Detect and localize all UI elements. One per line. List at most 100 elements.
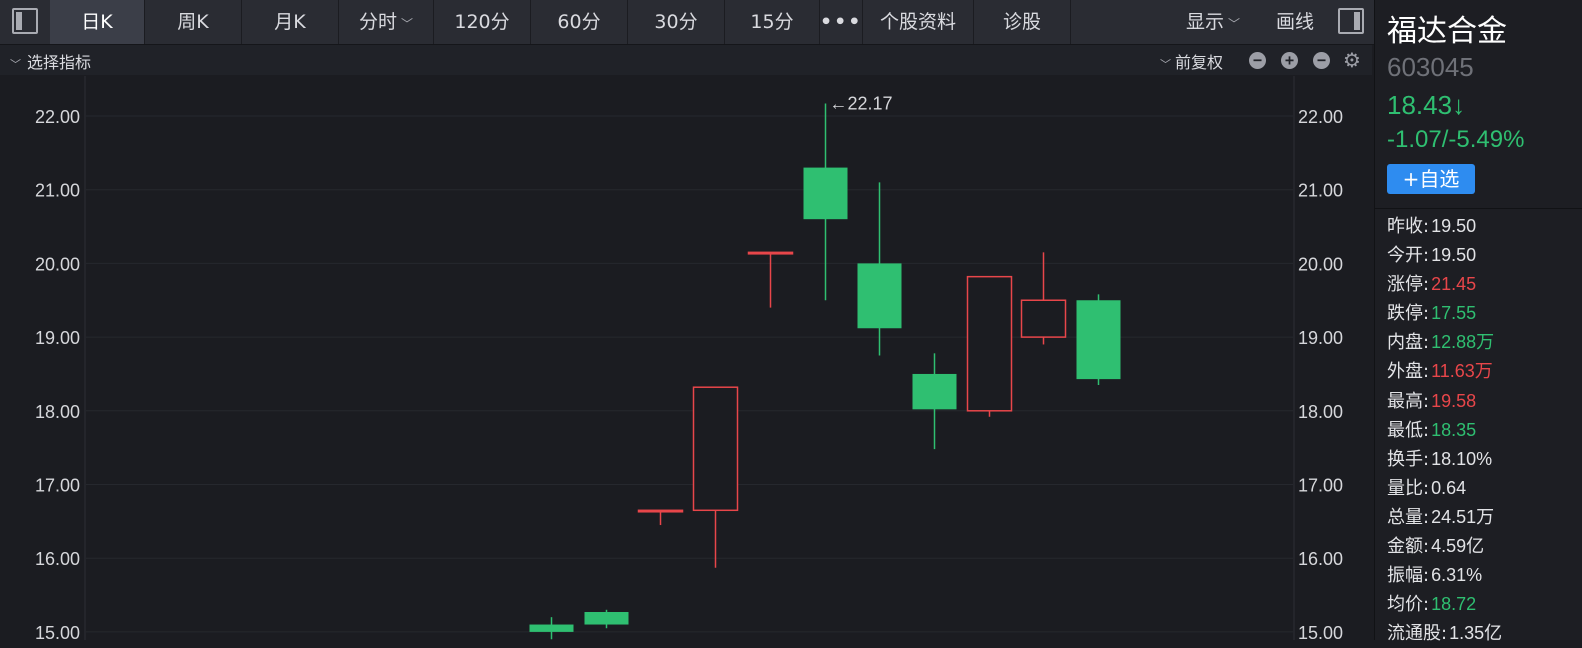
- y-tick-label-right: 19.00: [1298, 328, 1343, 348]
- stat-row: 量比: 0.64: [1375, 474, 1582, 503]
- candlestick-chart[interactable]: 22.00 21.00 20.00 19.00 18.00 17.00 16.00 15.00…: [0, 76, 1372, 640]
- stat-value: 12.88万: [1431, 332, 1495, 353]
- stat-label: 流通股:: [1387, 623, 1448, 645]
- candles: [529, 103, 1121, 640]
- indicator-bar: ﹀ 选择指标 ﹀ 前复权 − + − ⚙: [0, 45, 1372, 75]
- draw-line-button[interactable]: 画线: [1260, 0, 1330, 44]
- tab-stock-profile[interactable]: 个股资料: [863, 0, 974, 44]
- candle-body: [747, 251, 794, 255]
- collapse-left-panel-icon[interactable]: [12, 8, 38, 34]
- tab-diagnosis[interactable]: 诊股: [974, 0, 1071, 44]
- tab-60min[interactable]: 60分: [531, 0, 628, 44]
- tab-label: 15分: [750, 11, 794, 33]
- stat-value: 0.64: [1431, 477, 1467, 498]
- zoom-out-icon[interactable]: −: [1249, 52, 1266, 69]
- stock-name: 福达合金: [1387, 14, 1507, 49]
- select-indicator-dropdown[interactable]: ﹀ 选择指标: [10, 49, 91, 73]
- chevron-down-icon: ﹀: [401, 17, 414, 31]
- tab-intraday[interactable]: 分时 ﹀: [339, 0, 434, 44]
- candle-body: [912, 373, 957, 410]
- stat-value: 6.31%: [1431, 565, 1483, 586]
- gear-icon[interactable]: ⚙: [1343, 48, 1361, 72]
- adjust-label: 前复权: [1175, 53, 1224, 72]
- candle-body: [584, 612, 629, 625]
- candle-body: [1020, 299, 1067, 338]
- stat-label: 均价:: [1387, 594, 1430, 616]
- stat-row: 昨收: 19.50: [1375, 212, 1582, 241]
- left-y-axis: 22.00 21.00 20.00 19.00 18.00 17.00 16.00 15.00: [35, 107, 80, 640]
- tab-monthly-k[interactable]: 月K: [242, 0, 339, 44]
- stat-row: 涨停: 21.45: [1375, 270, 1582, 299]
- candle-body: [637, 509, 684, 513]
- candle: [747, 251, 794, 308]
- stat-label: 最低:: [1387, 419, 1430, 441]
- add-to-watchlist-button[interactable]: +自选: [1387, 164, 1475, 194]
- stat-value: 18.72: [1431, 594, 1477, 615]
- stat-row: 今开: 19.50: [1375, 241, 1582, 270]
- stock-code: 603045: [1387, 52, 1474, 82]
- candle-body: [1076, 300, 1121, 380]
- y-tick-label-right: 16.00: [1298, 549, 1343, 569]
- y-tick-label-left: 21.00: [35, 181, 80, 201]
- tab-120min[interactable]: 120分: [434, 0, 531, 44]
- y-tick-label-left: 22.00: [35, 107, 80, 127]
- stock-change: -1.07/-5.49%: [1387, 126, 1525, 153]
- candle: [857, 182, 902, 356]
- stat-value: 4.59亿: [1431, 536, 1485, 557]
- tab-label: •••: [820, 11, 863, 33]
- stat-row: 流通股: 1.35亿: [1375, 619, 1582, 648]
- candle: [529, 617, 574, 640]
- stat-row: 内盘: 12.88万: [1375, 328, 1582, 357]
- tab-label: 120分: [454, 11, 510, 33]
- stat-row: 换手: 18.10%: [1375, 445, 1582, 474]
- chevron-down-icon: ﹀: [10, 58, 21, 71]
- y-tick-label-left: 20.00: [35, 254, 80, 274]
- stat-row: 均价: 18.72: [1375, 590, 1582, 619]
- tab-label: 周K: [177, 11, 209, 33]
- y-tick-label-left: 18.00: [35, 402, 80, 422]
- candle: [1076, 294, 1121, 386]
- y-tick-label-right: 15.00: [1298, 623, 1343, 640]
- tab-daily-k[interactable]: 日K: [50, 0, 145, 44]
- candle-body: [803, 167, 848, 220]
- stat-label: 最高:: [1387, 390, 1430, 412]
- price-adjust-dropdown[interactable]: ﹀ 前复权: [1160, 49, 1223, 73]
- stat-label: 今开:: [1387, 245, 1430, 267]
- display-menu-button[interactable]: 显示 ﹀: [1168, 0, 1258, 44]
- period-toolbar: 日K 周K 月K 分时 ﹀ 120分 60分 30分 15分 ••• 个股资料 诊…: [0, 0, 1378, 45]
- y-tick-label-right: 22.00: [1298, 107, 1343, 127]
- stat-value: 18.35: [1431, 419, 1477, 440]
- candle: [912, 353, 957, 450]
- stat-value: 19.58: [1431, 390, 1477, 411]
- tab-weekly-k[interactable]: 周K: [145, 0, 242, 44]
- stat-row: 跌停: 17.55: [1375, 299, 1582, 328]
- tab-15min[interactable]: 15分: [725, 0, 820, 44]
- stat-row: 最低: 18.35: [1375, 416, 1582, 445]
- draw-label: 画线: [1275, 11, 1314, 33]
- collapse-right-panel-icon[interactable]: [1338, 8, 1364, 34]
- tab-label: 分时: [358, 11, 397, 33]
- candle: [803, 103, 848, 301]
- stat-label: 昨收:: [1387, 216, 1430, 237]
- tab-label: 月K: [274, 11, 306, 33]
- candle-body: [529, 624, 574, 632]
- stat-row: 振幅: 6.31%: [1375, 561, 1582, 590]
- stat-label: 金额:: [1387, 536, 1430, 558]
- tab-label: 60分: [557, 11, 601, 33]
- tab-label: 个股资料: [879, 11, 956, 33]
- tab-30min[interactable]: 30分: [628, 0, 725, 44]
- stat-label: 外盘:: [1387, 361, 1430, 383]
- stat-row: 总量: 24.51万: [1375, 503, 1582, 532]
- y-tick-label-left: 15.00: [35, 623, 80, 640]
- y-tick-label-left: 19.00: [35, 328, 80, 348]
- stat-label: 量比:: [1387, 477, 1430, 499]
- stat-row: 外盘: 11.63万: [1375, 357, 1582, 386]
- stat-label: 涨停:: [1387, 274, 1430, 296]
- more-periods-icon[interactable]: •••: [820, 0, 863, 44]
- minimize-icon[interactable]: −: [1313, 52, 1330, 69]
- candle: [584, 609, 629, 629]
- candle-body: [857, 263, 902, 329]
- stat-value: 19.50: [1431, 245, 1477, 266]
- stat-row: 金额: 4.59亿: [1375, 532, 1582, 561]
- zoom-in-icon[interactable]: +: [1281, 52, 1298, 69]
